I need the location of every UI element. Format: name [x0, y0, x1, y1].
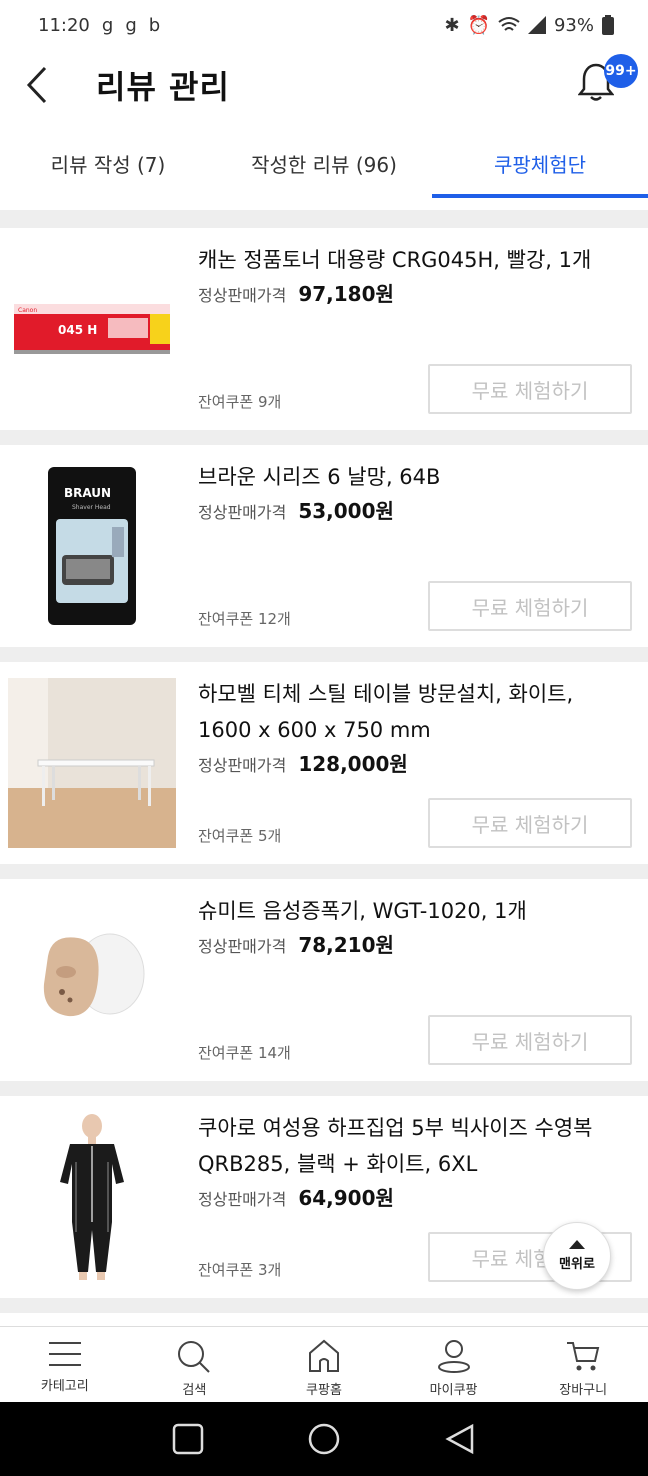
arrow-up-icon: [569, 1240, 585, 1249]
battery-percent: 93%: [553, 14, 594, 36]
search-icon: [178, 1341, 211, 1373]
remaining-coupons: 잔여쿠폰 3개: [198, 1261, 282, 1279]
nav-my-coupang[interactable]: 마이쿠팡: [389, 1327, 519, 1402]
product-image-toner[interactable]: Canon 045 H: [8, 244, 176, 414]
remaining-coupons: 잔여쿠폰 5개: [198, 827, 282, 845]
list-item[interactable]: Canon 045 H 캐논 정품토너 대용량 CRG045H, 빨강, 1개 …: [0, 228, 648, 430]
product-image-shaver-head[interactable]: BRAUN Shaver Head: [8, 461, 176, 631]
status-time: 11:20: [38, 14, 90, 36]
bluetooth-icon: ✱: [444, 14, 460, 36]
nav-cart-label: 장바구니: [559, 1383, 608, 1398]
status-bar: 11:20 g g b ✱ ⏰ 93%: [0, 0, 648, 50]
notification-button[interactable]: 99+: [577, 54, 638, 106]
trial-product-list: Canon 045 H 캐논 정품토너 대용량 CRG045H, 빨강, 1개 …: [0, 210, 648, 1322]
price-value: 53,000원: [298, 499, 394, 523]
notification-badge: 99+: [604, 54, 638, 88]
recent-apps-icon[interactable]: [172, 1423, 204, 1455]
price-row: 정상판매가격 97,180원: [198, 278, 632, 307]
free-trial-button[interactable]: 무료 체험하기: [428, 581, 632, 631]
price-row: 정상판매가격 53,000원: [198, 495, 632, 524]
scroll-top-button[interactable]: 맨위로: [543, 1222, 611, 1290]
battery-icon: [602, 15, 614, 35]
product-info: 브라운 시리즈 6 날망, 64B 정상판매가격 53,000원: [198, 459, 632, 524]
nav-category-label: 카테고리: [40, 1379, 89, 1394]
bottom-nav: 카테고리 검색 쿠팡홈 마이쿠팡 장바구니: [0, 1326, 648, 1402]
price-value: 128,000원: [298, 752, 408, 776]
system-nav-bar: [0, 1402, 648, 1476]
svg-text:Canon: Canon: [18, 307, 37, 314]
product-info: 캐논 정품토너 대용량 CRG045H, 빨강, 1개 정상판매가격 97,18…: [198, 242, 632, 307]
back-triangle-icon[interactable]: [444, 1423, 476, 1455]
price-label: 정상판매가격: [198, 286, 287, 305]
nav-category[interactable]: 카테고리: [0, 1327, 130, 1402]
price-label: 정상판매가격: [198, 503, 287, 522]
page-title: 리뷰 관리: [96, 68, 230, 106]
user-icon: [437, 1340, 470, 1373]
cart-icon: [567, 1342, 600, 1371]
wifi-icon: [498, 17, 520, 31]
nav-home-label: 쿠팡홈: [306, 1383, 342, 1398]
free-trial-button[interactable]: 무료 체험하기: [428, 1015, 632, 1065]
svg-text:BRAUN: BRAUN: [64, 486, 111, 500]
nav-search[interactable]: 검색: [130, 1327, 260, 1402]
product-image-hearing-amplifier[interactable]: [8, 895, 176, 1065]
notification-b-icon: b: [148, 14, 161, 36]
home-button-icon[interactable]: [307, 1422, 341, 1456]
nav-search-label: 검색: [182, 1383, 207, 1398]
product-info: 슈미트 음성증폭기, WGT-1020, 1개 정상판매가격 78,210원: [198, 893, 632, 958]
home-icon: [308, 1339, 339, 1372]
back-button[interactable]: [2, 50, 72, 120]
product-image-table[interactable]: [8, 678, 176, 848]
nav-home[interactable]: 쿠팡홈: [259, 1327, 389, 1402]
signal-icon: [527, 16, 546, 34]
nav-my-coupang-label: 마이쿠팡: [429, 1383, 478, 1398]
notification-g-icon: g: [101, 14, 114, 36]
list-item[interactable]: [0, 1313, 648, 1322]
remaining-coupons: 잔여쿠폰 9개: [198, 393, 282, 411]
price-row: 정상판매가격 128,000원: [198, 748, 632, 777]
list-item[interactable]: BRAUN Shaver Head 브라운 시리즈 6 날망, 64B 정상판매…: [0, 445, 648, 647]
price-label: 정상판매가격: [198, 937, 287, 956]
product-info: 하모벨 티체 스틸 테이블 방문설치, 화이트, 1600 x 600 x 75…: [198, 676, 632, 777]
tab-written-reviews[interactable]: 작성한 리뷰 (96): [216, 128, 432, 198]
remaining-coupons: 잔여쿠폰 14개: [198, 1044, 291, 1062]
price-value: 64,900원: [298, 1186, 394, 1210]
free-trial-button[interactable]: 무료 체험하기: [428, 798, 632, 848]
app-header: 리뷰 관리 99+: [0, 50, 648, 120]
chevron-left-icon: [26, 66, 47, 104]
price-value: 97,180원: [298, 282, 394, 306]
free-trial-button[interactable]: 무료 체험하기: [428, 364, 632, 414]
list-item[interactable]: 슈미트 음성증폭기, WGT-1020, 1개 정상판매가격 78,210원 잔…: [0, 879, 648, 1081]
list-item[interactable]: 하모벨 티체 스틸 테이블 방문설치, 화이트, 1600 x 600 x 75…: [0, 662, 648, 864]
price-label: 정상판매가격: [198, 756, 287, 775]
svg-text:045 H: 045 H: [58, 323, 97, 337]
review-tabs: 리뷰 작성 (7) 작성한 리뷰 (96) 쿠팡체험단: [0, 128, 648, 198]
product-info: 쿠아로 여성용 하프집업 5부 빅사이즈 수영복 QRB285, 블랙 + 화이…: [198, 1110, 632, 1211]
svg-text:Shaver Head: Shaver Head: [72, 504, 111, 511]
product-image-swimsuit[interactable]: [8, 1112, 176, 1282]
product-name[interactable]: 슈미트 음성증폭기, WGT-1020, 1개: [198, 893, 632, 929]
menu-icon: [48, 1342, 81, 1366]
product-name[interactable]: 캐논 정품토너 대용량 CRG045H, 빨강, 1개: [198, 242, 632, 278]
scroll-top-label: 맨위로: [559, 1257, 595, 1272]
nav-cart[interactable]: 장바구니: [518, 1327, 648, 1402]
price-value: 78,210원: [298, 933, 394, 957]
notification-g-icon: g: [125, 14, 137, 36]
alarm-icon: ⏰: [467, 14, 490, 36]
product-name[interactable]: 쿠아로 여성용 하프집업 5부 빅사이즈 수영복 QRB285, 블랙 + 화이…: [198, 1110, 632, 1182]
tab-coupang-trial[interactable]: 쿠팡체험단: [432, 128, 648, 198]
remaining-coupons: 잔여쿠폰 12개: [198, 610, 291, 628]
product-name[interactable]: 브라운 시리즈 6 날망, 64B: [198, 459, 632, 495]
price-row: 정상판매가격 78,210원: [198, 929, 632, 958]
tab-write-review[interactable]: 리뷰 작성 (7): [0, 128, 216, 198]
price-row: 정상판매가격 64,900원: [198, 1182, 632, 1211]
product-name[interactable]: 하모벨 티체 스틸 테이블 방문설치, 화이트, 1600 x 600 x 75…: [198, 676, 632, 748]
price-label: 정상판매가격: [198, 1190, 287, 1209]
